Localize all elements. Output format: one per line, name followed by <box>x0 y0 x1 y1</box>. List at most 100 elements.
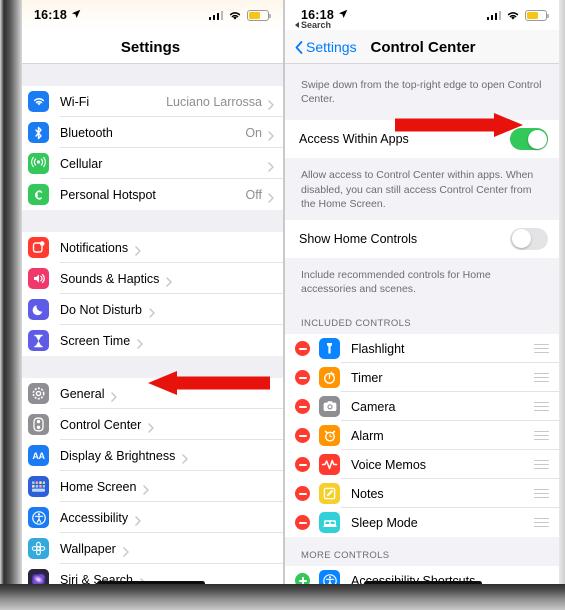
page-title: Control Center <box>370 38 476 56</box>
show-home-controls-note: Include recommended controls for Home ac… <box>285 257 561 306</box>
minus-icon <box>298 434 307 437</box>
reorder-handle[interactable] <box>534 517 549 528</box>
sidebar-item-wallpaper[interactable]: Wallpaper <box>18 533 283 564</box>
list-item-notes[interactable]: Notes <box>285 479 561 509</box>
settings-group-system: General Control Center AA Display & Brig… <box>18 378 283 592</box>
reorder-handle[interactable] <box>534 430 549 441</box>
arrow-shaft <box>176 376 270 390</box>
reorder-handle[interactable] <box>534 372 549 383</box>
sidebar-item-screen-time[interactable]: Screen Time <box>18 325 283 356</box>
sidebar-item-label: Screen Time <box>60 333 131 348</box>
remove-control-button[interactable] <box>295 428 310 444</box>
minus-icon <box>298 463 307 466</box>
sidebar-item-notifications[interactable]: Notifications <box>18 232 283 263</box>
wifi-network-value: Luciano Larrossa <box>166 94 262 109</box>
back-to-search-link[interactable]: Search <box>295 20 331 30</box>
flashlight-icon <box>319 338 340 360</box>
triangle-left-icon <box>295 22 299 28</box>
device-bezel-left <box>0 0 22 596</box>
list-gap <box>18 210 283 232</box>
status-bar-indicators <box>486 9 549 21</box>
sleep-mode-bed-icon <box>319 512 340 534</box>
show-home-controls-toggle[interactable] <box>510 227 548 250</box>
status-bar-right: 16:18 Search <box>285 0 561 30</box>
sidebar-item-label: Control Center <box>60 417 142 432</box>
list-item-label: Notes <box>351 486 384 501</box>
chevron-right-icon <box>182 451 189 464</box>
toggle-knob <box>527 129 547 149</box>
list-item-camera[interactable]: Camera <box>285 392 561 422</box>
chevron-right-icon <box>135 243 141 256</box>
back-button[interactable]: Settings <box>295 39 357 55</box>
accessibility-icon <box>28 507 49 528</box>
list-item-timer[interactable]: Timer <box>285 363 561 393</box>
settings-nav-bar: Settings <box>18 30 283 64</box>
toggle-knob <box>511 229 531 249</box>
settings-panel: 16:18 Settings Wi-Fi Luciano Larrossa Bl… <box>18 0 283 592</box>
sidebar-item-accessibility[interactable]: Accessibility <box>18 502 283 533</box>
wifi-icon <box>506 10 520 21</box>
list-item-sleep-mode[interactable]: Sleep Mode <box>285 508 561 538</box>
show-home-controls-label: Show Home Controls <box>299 231 418 246</box>
screenshot-root: 16:18 Settings Wi-Fi Luciano Larrossa Bl… <box>0 0 565 610</box>
chevron-right-icon <box>268 128 274 141</box>
minus-icon <box>298 521 307 524</box>
battery-icon <box>247 9 271 21</box>
minus-icon <box>298 376 307 379</box>
included-controls-group: Flashlight Timer Camera Alarm Voice Memo… <box>285 334 561 538</box>
sidebar-item-cellular[interactable]: Cellular <box>18 148 283 179</box>
chevron-right-icon <box>268 97 274 110</box>
location-arrow-icon <box>338 9 348 22</box>
bluetooth-icon <box>28 122 49 143</box>
camera-icon <box>319 396 340 418</box>
remove-control-button[interactable] <box>295 457 310 473</box>
notifications-icon <box>28 237 49 258</box>
list-item-alarm[interactable]: Alarm <box>285 421 561 451</box>
control-center-panel: 16:18 Search Settings Control Center Swi… <box>285 0 561 592</box>
access-within-apps-note: Allow access to Control Center within ap… <box>285 158 561 220</box>
hotspot-state-value: Off <box>245 187 262 202</box>
cellular-signal-icon <box>208 10 223 20</box>
sidebar-item-label: General <box>60 386 105 401</box>
sidebar-item-bluetooth[interactable]: Bluetooth On <box>18 117 283 148</box>
remove-control-button[interactable] <box>295 399 310 415</box>
settings-group-alerts: Notifications Sounds & Haptics Do Not Di… <box>18 232 283 356</box>
personal-hotspot-icon <box>28 184 49 205</box>
location-arrow-icon <box>71 9 81 22</box>
reorder-handle[interactable] <box>534 343 549 354</box>
sidebar-item-display-brightness[interactable]: AA Display & Brightness <box>18 440 283 471</box>
chevron-right-icon <box>111 389 118 402</box>
list-item-flashlight[interactable]: Flashlight <box>285 334 561 364</box>
bluetooth-state-value: On <box>245 125 262 140</box>
list-item-voice-memos[interactable]: Voice Memos <box>285 450 561 480</box>
device-bezel-bottom <box>0 584 565 610</box>
do-not-disturb-moon-icon <box>28 299 49 320</box>
sidebar-item-home-screen[interactable]: Home Screen <box>18 471 283 502</box>
list-gap <box>18 64 283 86</box>
reorder-handle[interactable] <box>534 459 549 470</box>
settings-list[interactable]: Wi-Fi Luciano Larrossa Bluetooth On Cell… <box>18 64 283 592</box>
list-item-label: Camera <box>351 399 396 414</box>
remove-control-button[interactable] <box>295 370 310 386</box>
sidebar-item-wifi[interactable]: Wi-Fi Luciano Larrossa <box>18 86 283 117</box>
remove-control-button[interactable] <box>295 341 310 357</box>
red-arrow-control-center <box>148 371 270 395</box>
sidebar-item-label: Sounds & Haptics <box>60 271 160 286</box>
show-home-controls-row[interactable]: Show Home Controls <box>285 219 561 258</box>
sidebar-item-sounds-haptics[interactable]: Sounds & Haptics <box>18 263 283 294</box>
reorder-handle[interactable] <box>534 488 549 499</box>
remove-control-button[interactable] <box>295 515 310 531</box>
chevron-right-icon <box>123 544 129 557</box>
reorder-handle[interactable] <box>534 401 549 412</box>
arrow-head <box>148 371 177 395</box>
list-item-label: Alarm <box>351 428 384 443</box>
remove-control-button[interactable] <box>295 486 310 502</box>
sidebar-item-personal-hotspot[interactable]: Personal Hotspot Off <box>18 179 283 210</box>
settings-group-connectivity: Wi-Fi Luciano Larrossa Bluetooth On Cell… <box>18 86 283 210</box>
control-center-list[interactable]: Swipe down from the top-right edge to op… <box>285 64 561 592</box>
cellular-antenna-icon <box>28 153 49 174</box>
list-item-label: Sleep Mode <box>351 515 418 530</box>
sidebar-item-control-center[interactable]: Control Center <box>18 409 283 440</box>
page-title: Settings <box>120 38 181 56</box>
sidebar-item-do-not-disturb[interactable]: Do Not Disturb <box>18 294 283 325</box>
